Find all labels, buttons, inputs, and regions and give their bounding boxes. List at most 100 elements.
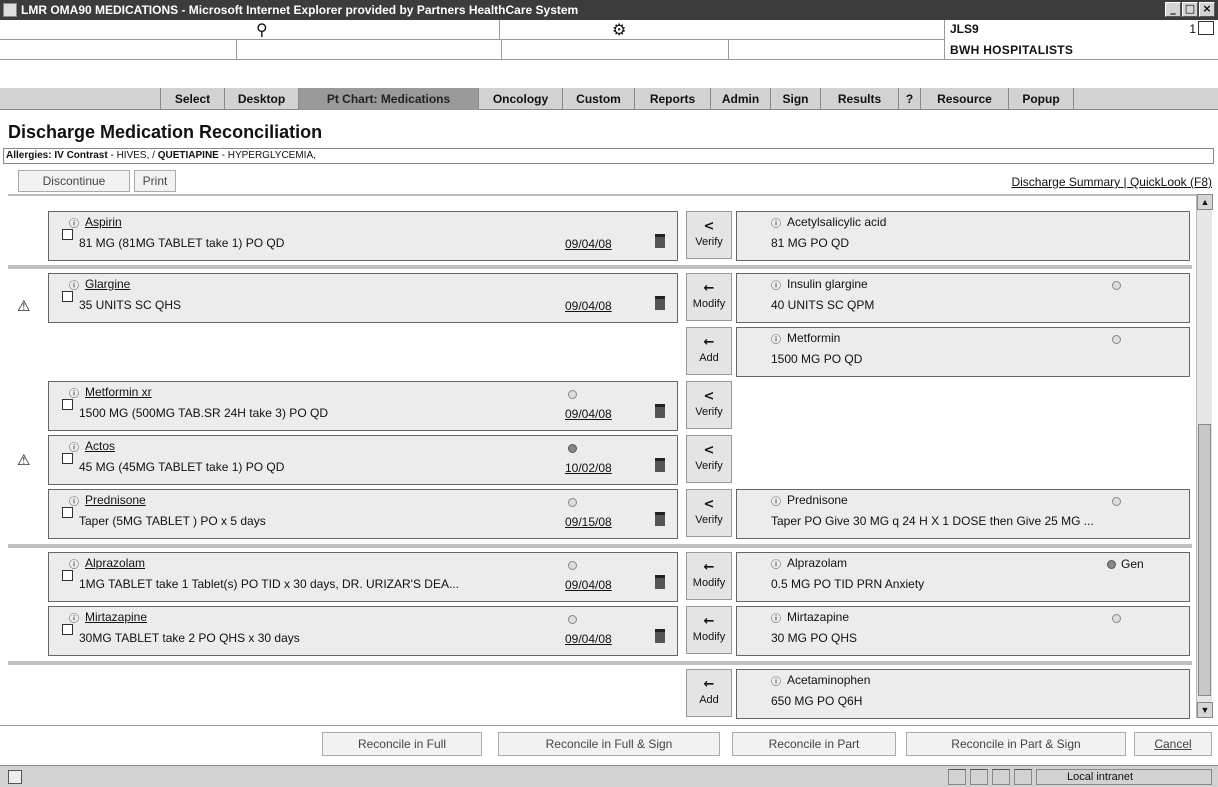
menu-results[interactable]: Results — [820, 88, 898, 110]
discontinue-button[interactable]: Discontinue — [18, 170, 130, 192]
search-icon[interactable]: ⚲ — [256, 20, 268, 39]
verify-button[interactable]: < Verify — [686, 211, 732, 259]
reconcile-in-part-sign-button[interactable]: Reconcile in Part & Sign — [906, 732, 1126, 756]
trash-icon[interactable] — [655, 234, 665, 248]
info-icon[interactable]: ⓘ — [69, 493, 79, 508]
verify-button[interactable]: < Verify — [686, 435, 732, 483]
home-med-date[interactable]: 09/04/08 — [565, 237, 612, 251]
info-icon[interactable]: ⓘ — [69, 610, 79, 625]
trash-icon[interactable] — [655, 458, 665, 472]
info-icon[interactable]: ⓘ — [771, 673, 781, 688]
settings-icon[interactable]: ⚙ — [612, 20, 626, 39]
warning-icon[interactable]: ⚠ — [17, 452, 35, 468]
menu-help[interactable]: ? — [898, 88, 920, 110]
status-dot-icon — [1112, 281, 1121, 290]
select-checkbox[interactable] — [62, 570, 73, 581]
trash-icon[interactable] — [655, 296, 665, 310]
menu-bar: Select Desktop Pt Chart: Medications Onc… — [0, 88, 1218, 110]
action-label: Modify — [692, 577, 726, 589]
header-field-4 — [729, 40, 945, 60]
trash-icon[interactable] — [655, 629, 665, 643]
add-button[interactable]: ← Add — [686, 669, 732, 717]
arrow-left-icon: ← — [703, 677, 715, 692]
reconcile-in-part-button[interactable]: Reconcile in Part — [732, 732, 896, 756]
arrow-left-icon: ← — [703, 614, 715, 629]
modify-button[interactable]: ← Modify — [686, 273, 732, 321]
select-checkbox[interactable] — [62, 229, 73, 240]
info-icon[interactable]: ⓘ — [771, 331, 781, 346]
discharge-summary-link[interactable]: Discharge Summary — [1011, 175, 1120, 189]
inpatient-med-name: Prednisone — [787, 493, 848, 507]
add-button[interactable]: ← Add — [686, 327, 732, 375]
modify-button[interactable]: ← Modify — [686, 606, 732, 654]
menu-popup[interactable]: Popup — [1008, 88, 1074, 110]
home-med-name[interactable]: Glargine — [85, 277, 130, 291]
menu-admin[interactable]: Admin — [710, 88, 770, 110]
info-icon[interactable]: ⓘ — [69, 277, 79, 292]
info-icon[interactable]: ⓘ — [771, 556, 781, 571]
select-checkbox[interactable] — [62, 399, 73, 410]
home-med-date[interactable]: 09/04/08 — [565, 632, 612, 646]
status-segment — [1014, 769, 1032, 785]
home-med-date[interactable]: 09/04/08 — [565, 299, 612, 313]
vertical-scrollbar[interactable]: ▲ ▼ — [1196, 194, 1213, 718]
info-icon[interactable]: ⓘ — [771, 610, 781, 625]
info-icon[interactable]: ⓘ — [69, 439, 79, 454]
info-icon[interactable]: ⓘ — [69, 556, 79, 571]
reconcile-in-full-sign-button[interactable]: Reconcile in Full & Sign — [498, 732, 720, 756]
allergies-label: Allergies: — [6, 150, 52, 161]
inpatient-med-name: Alprazolam — [787, 556, 848, 570]
quicklook-link[interactable]: QuickLook (F8) — [1130, 175, 1212, 189]
reconcile-in-full-button[interactable]: Reconcile in Full — [322, 732, 482, 756]
trash-icon[interactable] — [655, 575, 665, 589]
cancel-button[interactable]: Cancel — [1134, 732, 1212, 756]
verify-button[interactable]: < Verify — [686, 381, 732, 429]
inpatient-med-metformin: ⓘ Metformin 1500 MG PO QD — [736, 327, 1190, 377]
menu-resource[interactable]: Resource — [920, 88, 1008, 110]
menu-desktop[interactable]: Desktop — [224, 88, 298, 110]
info-icon[interactable]: ⓘ — [771, 215, 781, 230]
home-med-name[interactable]: Aspirin — [85, 215, 122, 229]
verify-button[interactable]: < Verify — [686, 489, 732, 537]
close-button[interactable]: × — [1199, 2, 1215, 17]
trash-icon[interactable] — [655, 512, 665, 526]
header-field-1 — [0, 40, 237, 60]
home-med-date[interactable]: 09/15/08 — [565, 515, 612, 529]
menu-reports[interactable]: Reports — [634, 88, 710, 110]
modify-button[interactable]: ← Modify — [686, 552, 732, 600]
home-med-date[interactable]: 09/04/08 — [565, 407, 612, 421]
menu-sign[interactable]: Sign — [770, 88, 820, 110]
maximize-button[interactable]: □ — [1182, 2, 1198, 17]
menu-pt-chart-medications[interactable]: Pt Chart: Medications — [298, 88, 478, 110]
home-med-name[interactable]: Alprazolam — [85, 556, 145, 570]
info-icon[interactable]: ⓘ — [771, 493, 781, 508]
info-icon[interactable]: ⓘ — [69, 385, 79, 400]
select-checkbox[interactable] — [62, 453, 73, 464]
menu-custom[interactable]: Custom — [562, 88, 634, 110]
home-med-sig: 45 MG (45MG TABLET take 1) PO QD — [79, 460, 285, 474]
inbox-icon[interactable] — [1198, 21, 1214, 35]
home-med-date[interactable]: 10/02/08 — [565, 461, 612, 475]
scroll-thumb[interactable] — [1198, 424, 1211, 696]
home-med-name[interactable]: Metformin xr — [85, 385, 152, 399]
home-med-name[interactable]: Mirtazapine — [85, 610, 147, 624]
print-button[interactable]: Print — [134, 170, 176, 192]
info-icon[interactable]: ⓘ — [69, 215, 79, 230]
trash-icon[interactable] — [655, 404, 665, 418]
info-icon[interactable]: ⓘ — [771, 277, 781, 292]
inpatient-med-sig: 30 MG PO QHS — [771, 631, 858, 645]
group-separator — [8, 661, 1192, 665]
toolbar-links: Discharge Summary | QuickLook (F8) — [1011, 175, 1212, 189]
home-med-name[interactable]: Prednisone — [85, 493, 146, 507]
select-checkbox[interactable] — [62, 507, 73, 518]
select-checkbox[interactable] — [62, 624, 73, 635]
home-med-name[interactable]: Actos — [85, 439, 115, 453]
menu-select[interactable]: Select — [160, 88, 224, 110]
menu-oncology[interactable]: Oncology — [478, 88, 562, 110]
scroll-down-icon[interactable]: ▼ — [1197, 702, 1213, 718]
warning-icon[interactable]: ⚠ — [17, 298, 35, 314]
scroll-up-icon[interactable]: ▲ — [1197, 194, 1213, 210]
select-checkbox[interactable] — [62, 291, 73, 302]
minimize-button[interactable]: _ — [1165, 2, 1181, 17]
home-med-date[interactable]: 09/04/08 — [565, 578, 612, 592]
